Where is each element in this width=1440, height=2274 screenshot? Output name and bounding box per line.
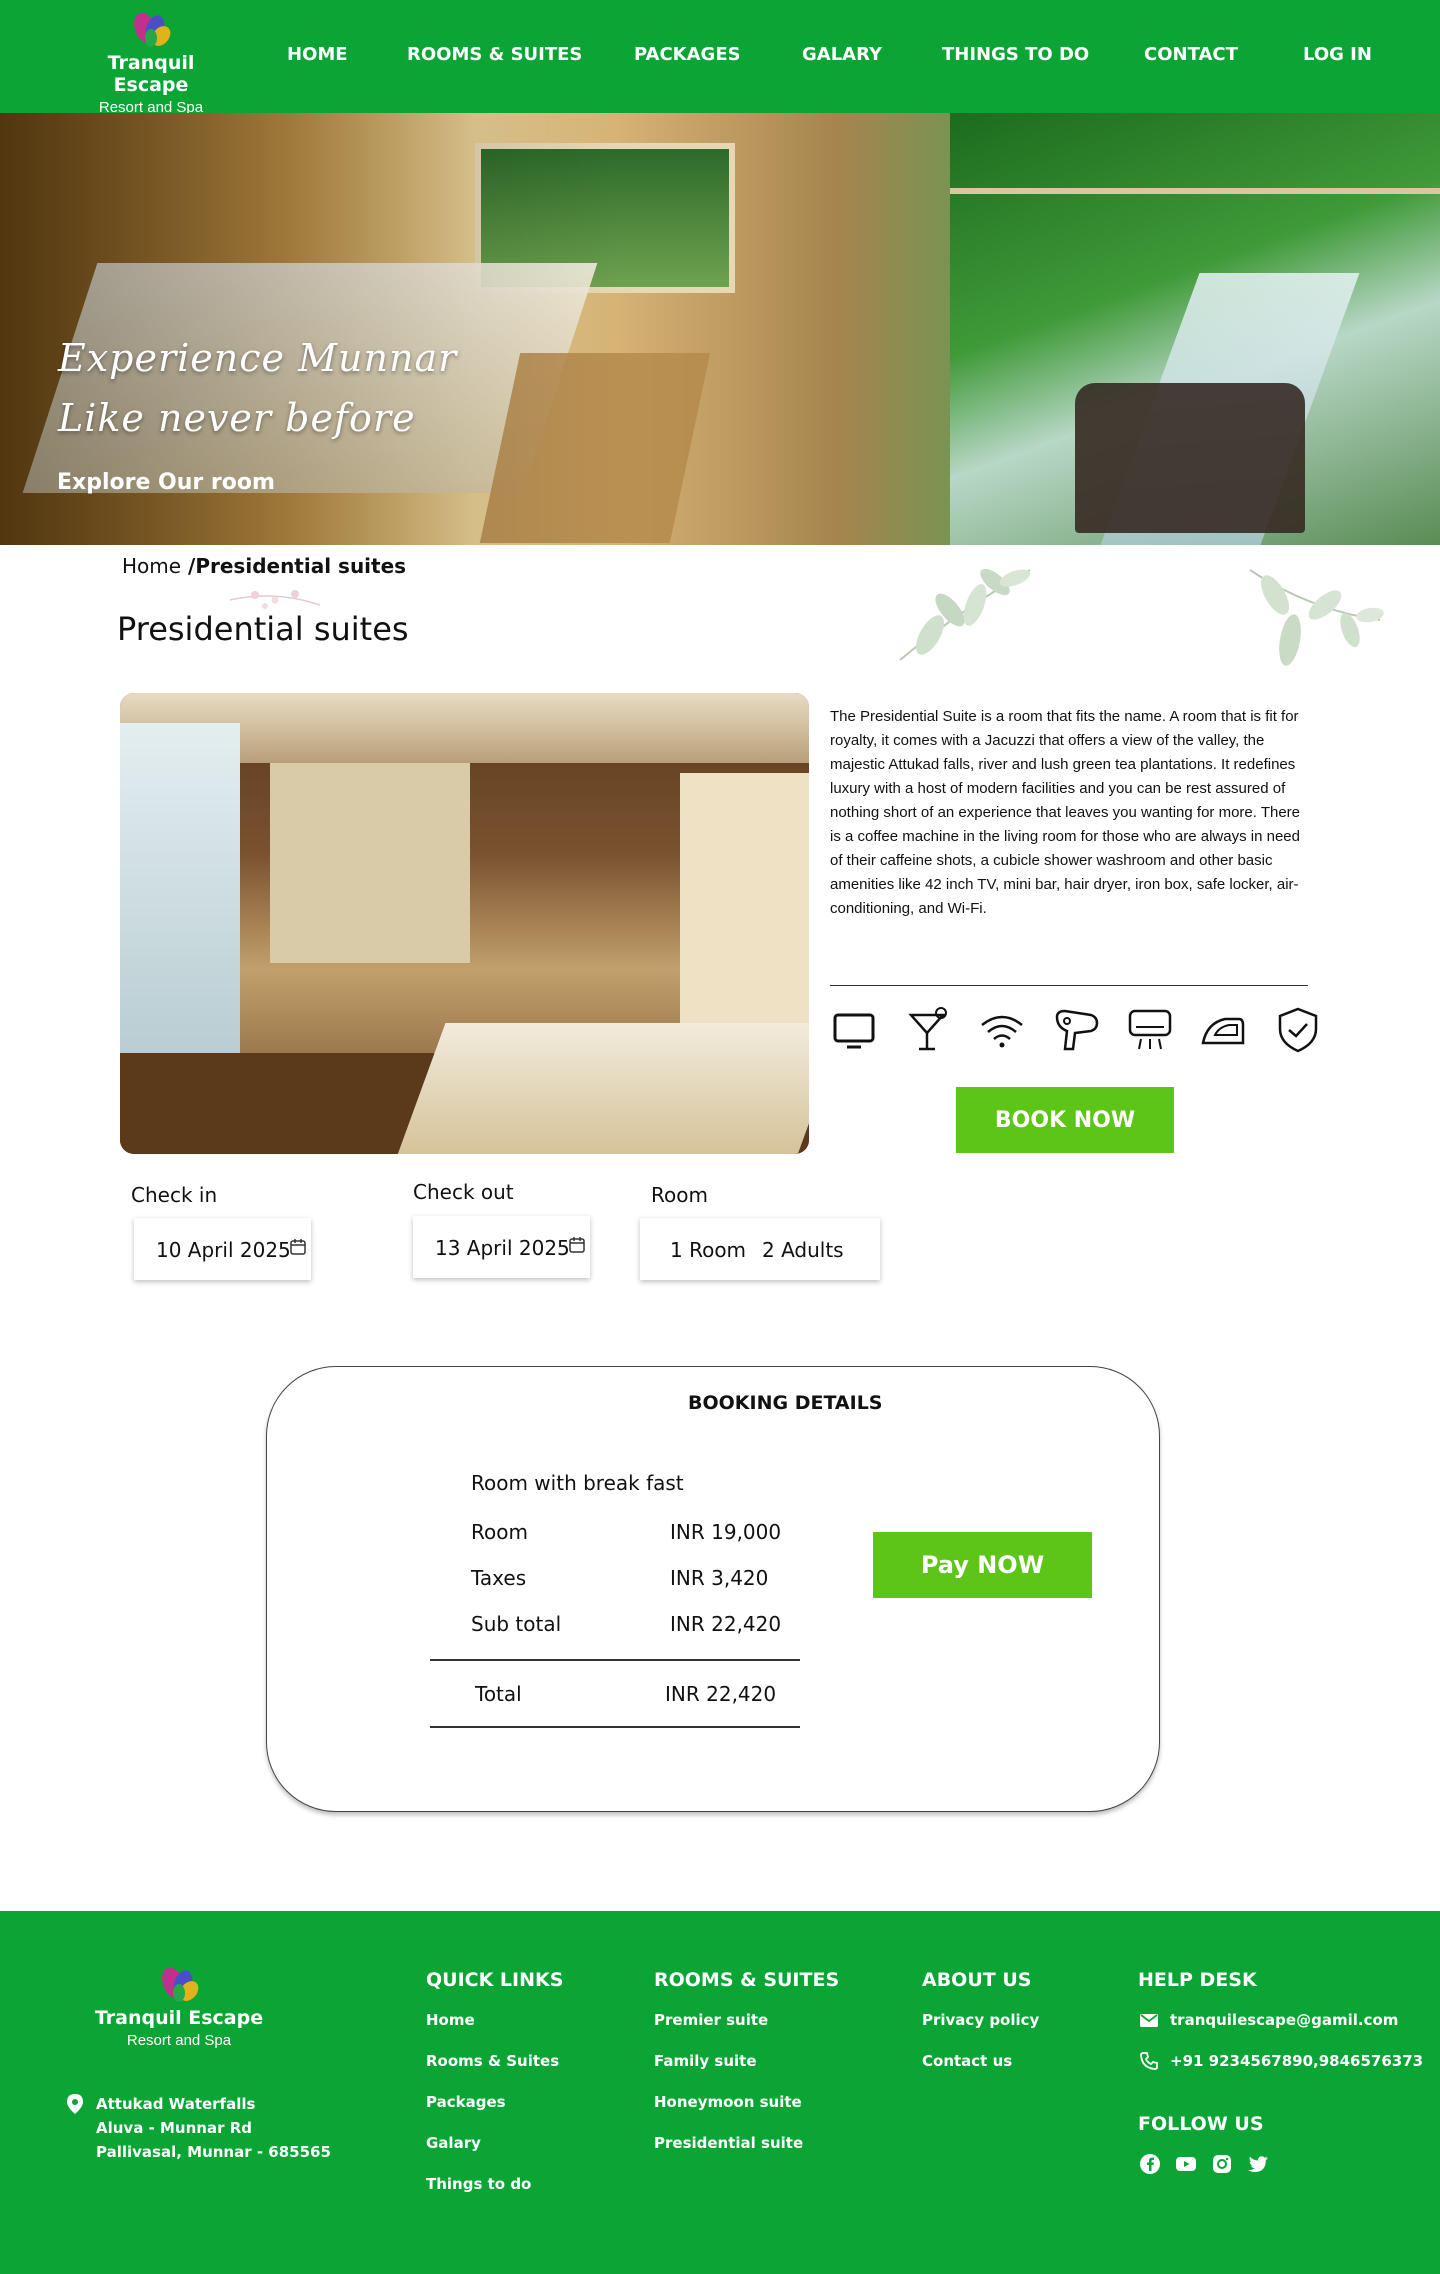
location-pin-icon [67,2094,83,2114]
rooms-value: 1 Room [670,1238,747,1262]
breadcrumb-home[interactable]: Home [122,554,181,578]
room-label: Room [651,1183,708,1207]
book-now-button[interactable]: BOOK NOW [956,1087,1174,1153]
divider [430,1726,800,1728]
hero-chair [1075,383,1305,533]
mail-icon [1140,2014,1158,2027]
room-description: The Presidential Suite is a room that fi… [830,708,1301,917]
footer-address: Attukad Waterfalls Aluva - Munnar Rd Pal… [67,2092,331,2164]
iron-icon [1201,1017,1245,1045]
address-line-3: Pallivasal, Munnar - 685565 [96,2143,331,2161]
hero-railing [950,188,1440,194]
checkout-date-value: 13 April 2025 [435,1236,570,1260]
subtotal-value: INR 22,420 [670,1612,782,1636]
checkin-date-value: 10 April 2025 [156,1238,291,1262]
footer-brand-logo[interactable]: Tranquil Escape Resort and Spa [90,1963,268,2049]
about-us-title: ABOUT US [922,1969,1032,1991]
footer-brand-name: Tranquil Escape [94,2007,264,2029]
room-charge-label: Room [471,1520,528,1544]
rooms-suites-title: ROOMS & SUITES [654,1969,840,1991]
brand-name: Tranquil Escape [107,52,195,96]
footer-link-contact-us[interactable]: Contact us [922,2052,1012,2070]
room-guests-field[interactable]: 1 Room 2 Adults [640,1218,880,1280]
checkout-label: Check out [413,1180,514,1204]
room-photo [120,693,809,1154]
taxes-value: INR 3,420 [670,1566,769,1590]
facebook-icon[interactable] [1139,2153,1161,2175]
nav-galary[interactable]: GALARY [802,44,882,65]
calendar-icon [290,1239,306,1255]
footer-link-family-suite[interactable]: Family suite [654,2052,757,2070]
nav-packages[interactable]: PACKAGES [634,44,741,65]
room-photo-mirror-wall [270,763,470,963]
brand-logo[interactable]: Tranquil Escape Resort and Spa [70,8,232,116]
address-line-1: Attukad Waterfalls [96,2095,256,2113]
footer-link-honeymoon-suite[interactable]: Honeymoon suite [654,2093,802,2111]
leaf-decoration-icon [1249,569,1384,666]
address-line-2: Aluva - Munnar Rd [96,2119,252,2137]
total-value: INR 22,420 [665,1682,777,1706]
nav-things-to-do[interactable]: THINGS TO DO [942,44,1089,65]
hair-dryer-icon [1055,1009,1099,1051]
footer-brand-tagline: Resort and Spa [126,2032,232,2049]
leaf-decoration-icon [899,568,1031,661]
room-charge-value: INR 19,000 [670,1520,782,1544]
footer-link-presidential-suite[interactable]: Presidential suite [654,2134,803,2152]
subtotal-label: Sub total [471,1612,562,1636]
room-photo-bed [394,1023,809,1154]
total-label: Total [475,1682,522,1706]
cocktail-icon [908,1007,947,1051]
room-photo-window [120,723,240,1053]
explore-room-link[interactable]: Explore Our room [57,470,275,495]
site-footer: Tranquil Escape Resort and Spa Attukad W… [0,1911,1440,2274]
footer-link-home[interactable]: Home [426,2011,475,2029]
air-conditioner-icon [1128,1009,1172,1050]
nav-rooms-suites[interactable]: ROOMS & SUITES [407,44,582,65]
youtube-icon[interactable] [1175,2153,1197,2175]
lotus-logo-icon [162,1967,199,2002]
room-photo-headboard [680,773,809,1033]
nav-contact[interactable]: CONTACT [1144,44,1238,65]
breadcrumb-separator: / [181,554,196,578]
nav-log-in[interactable]: LOG IN [1303,44,1372,65]
phone-icon [1140,2052,1158,2070]
safe-locker-icon [1278,1007,1318,1053]
footer-link-galary[interactable]: Galary [426,2134,481,2152]
quick-links-title: QUICK LINKS [426,1969,564,1991]
wifi-icon [981,1015,1023,1048]
divider [430,1659,800,1661]
follow-us-title: FOLLOW US [1138,2113,1264,2135]
help-desk-title: HELP DESK [1138,1969,1257,1991]
nav-home[interactable]: HOME [287,44,348,65]
checkin-label: Check in [131,1183,218,1207]
blossom-decoration-icon [229,590,321,609]
booking-details-title: BOOKING DETAILS [688,1392,883,1414]
lotus-logo-icon [134,12,171,47]
site-header: Tranquil Escape Resort and Spa HOME ROOM… [0,0,1440,116]
plan-name: Room with break fast [471,1471,684,1495]
twitter-icon[interactable] [1247,2153,1269,2175]
divider [830,985,1308,986]
footer-link-rooms-suites[interactable]: Rooms & Suites [426,2052,559,2070]
calendar-icon [569,1237,585,1253]
footer-link-things-to-do[interactable]: Things to do [426,2175,531,2193]
tv-icon [833,1013,875,1049]
footer-link-packages[interactable]: Packages [426,2093,506,2111]
footer-link-premier-suite[interactable]: Premier suite [654,2011,768,2029]
footer-link-privacy-policy[interactable]: Privacy policy [922,2011,1039,2029]
guests-value: 2 Adults [762,1238,844,1262]
help-email[interactable]: tranquilescape@gamil.com [1170,2011,1398,2029]
checkout-date-field[interactable]: 13 April 2025 [413,1216,590,1278]
help-phone[interactable]: +91 9234567890,9846576373 [1170,2052,1423,2070]
hero-banner: Experience Munnar Like never before Expl… [0,113,1440,545]
pay-now-button[interactable]: Pay NOW [873,1532,1092,1598]
checkin-date-field[interactable]: 10 April 2025 [134,1218,311,1280]
taxes-label: Taxes [471,1566,527,1590]
hero-headline-1: Experience Munnar [58,336,458,380]
instagram-icon[interactable] [1211,2153,1233,2175]
hero-headline-2: Like never before [58,396,416,440]
